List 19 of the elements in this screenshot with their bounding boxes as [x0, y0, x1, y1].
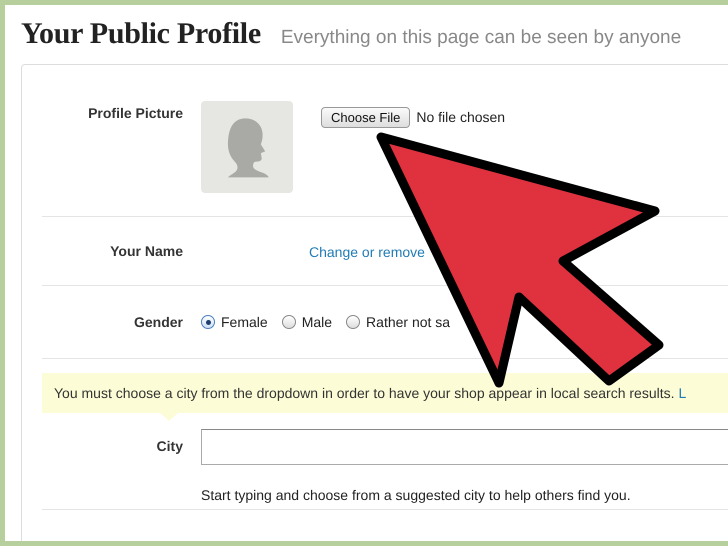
radio-button[interactable] [282, 315, 296, 329]
notice-text: You must choose a city from the dropdown in order to have your shop appear in local search results. [54, 385, 674, 401]
radio-button[interactable] [346, 315, 360, 329]
field-label: Profile Picture [87, 104, 183, 123]
notice-link[interactable]: L [678, 385, 686, 401]
radio-button[interactable] [201, 315, 215, 329]
option-label: Male [302, 314, 332, 330]
option-label: Female [221, 314, 268, 330]
option-label: Rather not sa [366, 314, 450, 330]
change-name-link[interactable]: Change or remove [309, 244, 425, 260]
city-input-field[interactable] [201, 429, 728, 465]
field-label: Gender [132, 314, 183, 330]
field-label: Your Name [109, 243, 183, 259]
city-hint-text: Start typing and choose from a suggested city to help others find you. [201, 487, 632, 503]
field-label: City [156, 437, 183, 456]
choose-file-button[interactable]: Choose File [321, 107, 410, 128]
page-title: Your Public Profile [21, 17, 261, 51]
page-subtitle: Everything on this page can be seen by anyone [280, 27, 682, 49]
file-status-text: No file chosen [416, 109, 506, 125]
